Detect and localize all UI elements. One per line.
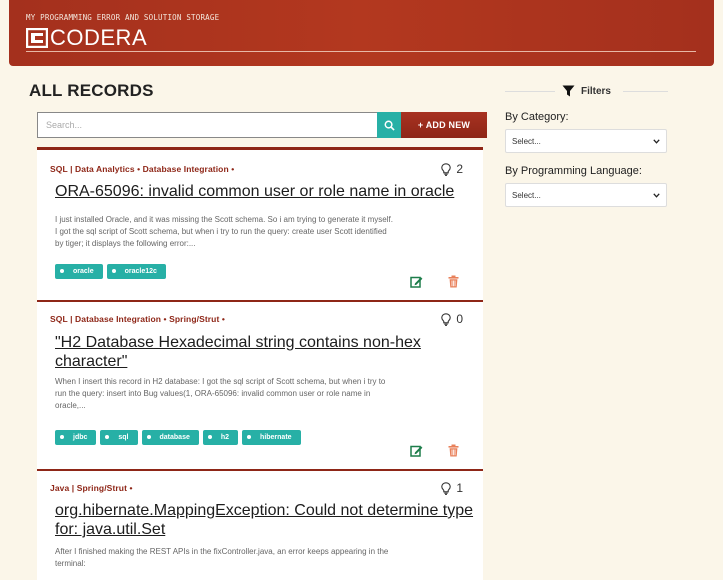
lightbulb-icon <box>441 312 452 326</box>
language-select-value: Select... <box>512 190 541 200</box>
tag-chip[interactable]: database <box>141 430 199 445</box>
record-meta: Java | Spring/Strut • <box>50 483 133 493</box>
chevron-down-icon <box>653 138 660 144</box>
record-title-link[interactable]: "H2 Database Hexadecimal string contains… <box>55 333 475 371</box>
record-excerpt: After I finished making the REST APIs in… <box>55 547 389 568</box>
record-card: SQL | Database Integration • Spring/Stru… <box>37 302 483 471</box>
likes-count: 0 <box>456 312 463 326</box>
record-actions <box>410 444 459 457</box>
lightbulb-icon <box>441 481 452 495</box>
trash-icon[interactable] <box>448 444 459 457</box>
divider <box>505 91 555 92</box>
app-tagline: MY PROGRAMMING ERROR AND SOLUTION STORAG… <box>26 13 220 22</box>
record-card: Java | Spring/Strut • 1 org.hibernate.Ma… <box>37 471 483 580</box>
record-card: SQL | Data Analytics • Database Integrat… <box>37 147 483 302</box>
search-icon <box>384 120 395 131</box>
category-select[interactable]: Select... <box>505 129 667 153</box>
category-filter-label: By Category: <box>505 111 569 123</box>
page-title: ALL RECORDS <box>29 81 154 100</box>
add-new-button[interactable]: + ADD NEW <box>401 112 487 138</box>
likes-count: 1 <box>456 481 463 495</box>
edit-icon[interactable] <box>410 275 423 288</box>
search-button[interactable] <box>377 112 401 138</box>
likes-counter[interactable]: 1 <box>441 481 463 495</box>
trash-icon[interactable] <box>448 275 459 288</box>
filter-icon <box>562 85 575 97</box>
codera-logo-icon <box>26 28 48 48</box>
filters-sidebar: Filters By Category: Select... By Progra… <box>505 80 668 207</box>
app-header: MY PROGRAMMING ERROR AND SOLUTION STORAG… <box>9 0 714 66</box>
brand-name: CODERA <box>50 25 148 50</box>
record-meta: SQL | Data Analytics • Database Integrat… <box>50 164 235 174</box>
language-filter-group: By Programming Language: Select... <box>505 165 668 207</box>
filters-label: Filters <box>580 85 611 97</box>
record-excerpt: When I insert this record in H2 database… <box>55 377 386 410</box>
language-filter-label: By Programming Language: <box>505 165 642 177</box>
header-divider <box>26 51 696 52</box>
filters-heading: Filters <box>557 85 615 97</box>
brand[interactable]: CODERA <box>26 26 147 50</box>
tag-chip[interactable]: hibernate <box>242 430 301 445</box>
search-bar: + ADD NEW <box>37 112 487 138</box>
tag-chip[interactable]: jdbc <box>55 430 97 445</box>
tag-chip[interactable]: oracle12c <box>106 264 166 279</box>
divider <box>623 91 668 92</box>
tag-list: jdbc sql database h2 hibernate <box>55 430 301 445</box>
likes-count: 2 <box>456 162 463 176</box>
filters-header: Filters <box>505 80 668 102</box>
likes-counter[interactable]: 2 <box>441 162 463 176</box>
edit-icon[interactable] <box>410 444 423 457</box>
record-excerpt: I just installed Oracle, and it was miss… <box>55 215 393 248</box>
category-select-value: Select... <box>512 136 541 146</box>
tag-chip[interactable]: oracle <box>55 264 103 279</box>
chevron-down-icon <box>653 192 660 198</box>
record-title-link[interactable]: org.hibernate.MappingException: Could no… <box>55 501 475 539</box>
likes-counter[interactable]: 0 <box>441 312 463 326</box>
tag-chip[interactable]: sql <box>100 430 138 445</box>
record-meta: SQL | Database Integration • Spring/Stru… <box>50 314 225 324</box>
lightbulb-icon <box>441 162 452 176</box>
language-select[interactable]: Select... <box>505 183 667 207</box>
tag-chip[interactable]: h2 <box>202 430 239 445</box>
record-actions <box>410 275 459 288</box>
record-title-link[interactable]: ORA-65096: invalid common user or role n… <box>55 182 475 201</box>
search-input[interactable] <box>37 112 377 138</box>
tag-list: oracle oracle12c <box>55 264 166 279</box>
records-list: SQL | Data Analytics • Database Integrat… <box>37 147 483 580</box>
